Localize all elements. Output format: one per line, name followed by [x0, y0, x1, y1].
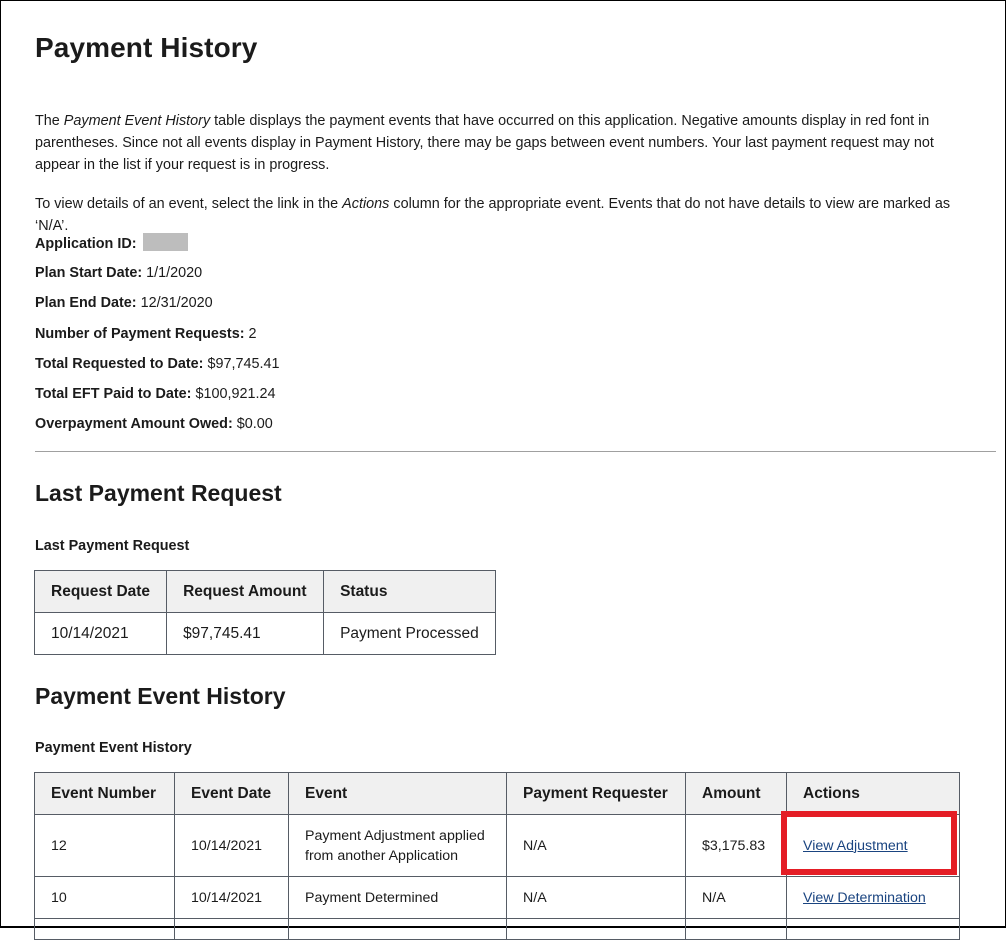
table-row-partial — [34, 918, 960, 940]
instructions-paragraph: To view details of an event, select the … — [35, 193, 980, 237]
event-date-cell: 10/14/2021 — [174, 814, 289, 877]
column-header-event-number: Event Number — [34, 772, 175, 815]
last-payment-request-heading: Last Payment Request — [35, 480, 282, 506]
column-header-event: Event — [288, 772, 507, 815]
overpayment-owed-label: Overpayment Amount Owed: — [35, 416, 233, 432]
plan-start-date-row: Plan Start Date: 1/1/2020 — [35, 263, 202, 283]
request-amount-cell: $97,745.41 — [166, 612, 325, 655]
plan-start-date-label: Plan Start Date: — [35, 265, 143, 281]
payment-requests-count-label: Number of Payment Requests: — [35, 326, 245, 342]
empty-cell — [786, 918, 960, 940]
status-cell: Payment Processed — [323, 612, 497, 655]
column-header-status: Status — [323, 570, 497, 613]
event-number-cell: 10 — [34, 876, 175, 919]
page-title: Payment History — [35, 32, 258, 63]
payment-event-history-heading: Payment Event History — [35, 683, 286, 709]
view-adjustment-link[interactable]: View Adjustment — [803, 838, 908, 854]
event-cell: Payment Determined — [288, 876, 507, 919]
payment-event-history-table: Event Number Event Date Event Payment Re… — [34, 772, 960, 940]
empty-cell — [174, 918, 289, 940]
column-header-event-date: Event Date — [174, 772, 289, 815]
total-requested-row: Total Requested to Date: $97,745.41 — [35, 354, 279, 374]
plan-start-date-value: 1/1/2020 — [146, 265, 203, 281]
column-header-request-date: Request Date — [33, 570, 168, 613]
plan-end-date-label: Plan End Date: — [35, 295, 137, 311]
intro-text: The — [35, 113, 64, 129]
payment-requester-cell: N/A — [506, 814, 686, 877]
payment-requests-count-row: Number of Payment Requests: 2 — [35, 324, 257, 344]
empty-cell — [34, 918, 175, 940]
table-header-row: Request Date Request Amount Status — [33, 570, 497, 613]
total-eft-paid-row: Total EFT Paid to Date: $100,921.24 — [35, 384, 275, 404]
plan-end-date-row: Plan End Date: 12/31/2020 — [35, 293, 213, 313]
table-row: 12 10/14/2021 Payment Adjustment applied… — [34, 814, 960, 877]
total-requested-label: Total Requested to Date: — [35, 356, 204, 372]
total-eft-paid-label: Total EFT Paid to Date: — [35, 386, 192, 402]
section-divider — [35, 451, 996, 452]
column-header-request-amount: Request Amount — [166, 570, 325, 613]
amount-cell: N/A — [685, 876, 787, 919]
amount-cell: $3,175.83 — [685, 814, 787, 877]
column-header-payment-requester: Payment Requester — [506, 772, 686, 815]
event-number-cell: 12 — [34, 814, 175, 877]
request-date-cell: 10/14/2021 — [33, 612, 168, 655]
redacted-application-id — [142, 233, 188, 251]
overpayment-owed-value: $0.00 — [236, 416, 273, 432]
intro-emphasis: Payment Event History — [63, 113, 211, 129]
empty-cell — [506, 918, 686, 940]
last-payment-request-table: Request Date Request Amount Status 10/14… — [33, 570, 497, 655]
view-determination-link[interactable]: View Determination — [803, 890, 926, 906]
payment-requests-count-value: 2 — [248, 326, 257, 342]
overpayment-owed-row: Overpayment Amount Owed: $0.00 — [35, 414, 273, 434]
application-id-label: Application ID: — [35, 236, 137, 252]
instructions-emphasis: Actions — [342, 196, 390, 212]
actions-cell: View Determination — [786, 876, 960, 919]
table-header-row: Event Number Event Date Event Payment Re… — [34, 772, 960, 815]
payment-requester-cell: N/A — [506, 876, 686, 919]
instructions-text: To view details of an event, select the … — [35, 196, 343, 212]
intro-paragraph: The Payment Event History table displays… — [35, 110, 980, 176]
empty-cell — [685, 918, 787, 940]
actions-cell: View Adjustment — [786, 814, 960, 877]
payment-event-history-caption: Payment Event History — [35, 740, 192, 756]
total-requested-value: $97,745.41 — [207, 356, 280, 372]
column-header-actions: Actions — [786, 772, 960, 815]
plan-end-date-value: 12/31/2020 — [140, 295, 213, 311]
table-row: 10/14/2021 $97,745.41 Payment Processed — [33, 612, 497, 655]
table-row: 10 10/14/2021 Payment Determined N/A N/A… — [34, 876, 960, 919]
empty-cell — [288, 918, 507, 940]
column-header-amount: Amount — [685, 772, 787, 815]
application-id-row: Application ID: — [35, 233, 188, 254]
event-date-cell: 10/14/2021 — [174, 876, 289, 919]
total-eft-paid-value: $100,921.24 — [195, 386, 276, 402]
last-payment-request-caption: Last Payment Request — [35, 538, 190, 554]
event-cell: Payment Adjustment applied from another … — [288, 814, 507, 877]
